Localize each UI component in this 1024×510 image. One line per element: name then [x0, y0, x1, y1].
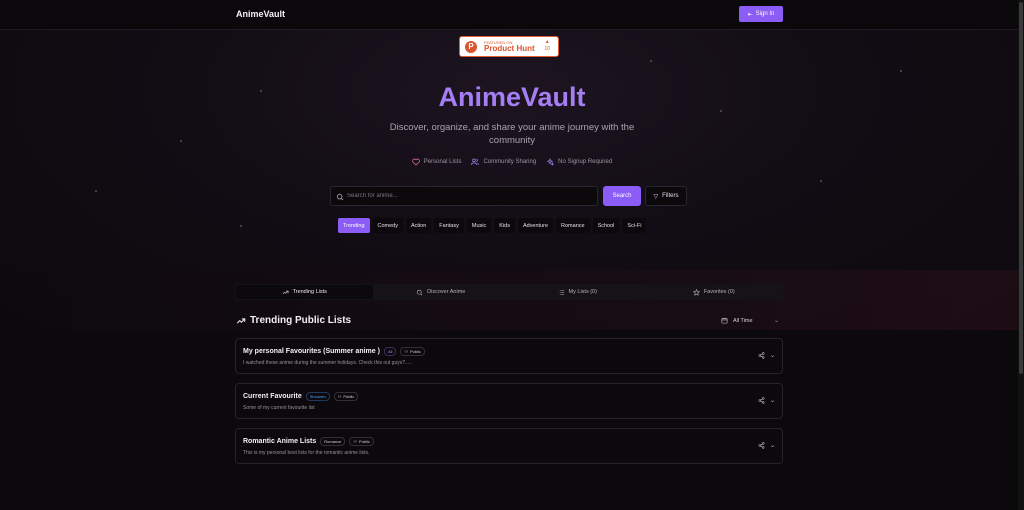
chevron-down-icon[interactable]: ⌄ — [770, 397, 775, 404]
login-icon: ⇤ — [747, 11, 753, 18]
filters-button[interactable]: ▽ Filters — [645, 186, 687, 206]
genre-chips: Trending Comedy Action Fantasy Music Kid… — [338, 218, 647, 233]
genre-chip-action[interactable]: Action — [406, 218, 432, 233]
product-hunt-votes: 10 — [544, 46, 550, 52]
genre-badge: Shounen — [305, 392, 330, 401]
time-filter-value: All Time — [733, 317, 753, 324]
genre-chip-trending[interactable]: Trending — [338, 218, 370, 233]
genre-chip-sci-fi[interactable]: Sci-Fi — [622, 218, 647, 233]
chevron-down-icon[interactable]: ⌄ — [770, 352, 775, 359]
product-hunt-badge[interactable]: P FEATURED ON Product Hunt ▲ 10 — [459, 36, 559, 57]
upvote-icon: ▲ — [544, 39, 550, 45]
public-icon: ⚇ — [337, 394, 342, 399]
visibility-badge: ⚇ Public — [400, 347, 425, 356]
top-navbar: AnimeVault ⇤ Sign In — [0, 0, 1024, 30]
product-hunt-logo-icon: P — [465, 40, 477, 53]
genre-chip-kids[interactable]: Kids — [494, 218, 515, 233]
genre-chip-music[interactable]: Music — [466, 218, 492, 233]
share-icon[interactable] — [758, 397, 765, 404]
hero-title: AnimeVault — [438, 82, 586, 112]
genre-chip-school[interactable]: School — [592, 218, 620, 233]
chevron-down-icon: ⌄ — [773, 318, 779, 324]
sign-in-label: Sign In — [755, 11, 775, 17]
search-button[interactable]: Search — [603, 186, 641, 206]
brand-logo[interactable]: AnimeVault — [236, 9, 285, 19]
genre-badge: All — [383, 347, 397, 356]
list-icon — [558, 289, 564, 295]
search-icon — [417, 289, 423, 295]
feature-no-signup: No Signup Required — [546, 158, 612, 166]
section-header: Trending Public Lists — [236, 315, 351, 326]
trending-up-icon — [282, 290, 288, 294]
sign-in-button[interactable]: ⇤ Sign In — [739, 6, 783, 22]
main-tabs: Trending Lists Discover Anime My Lists (… — [235, 284, 783, 300]
genre-badge: Romance — [320, 437, 346, 446]
list-title: Current Favourite — [243, 393, 302, 400]
share-icon[interactable] — [758, 352, 765, 359]
list-card[interactable]: My personal Favourites (Summer anime ) A… — [235, 338, 783, 374]
search-icon — [336, 193, 344, 201]
list-description: Some of my current favourite list — [243, 405, 315, 411]
chevron-down-icon[interactable]: ⌄ — [770, 442, 775, 449]
tab-my-lists[interactable]: My Lists (0) — [509, 285, 646, 299]
calendar-icon — [721, 317, 728, 324]
tab-favorites[interactable]: Favorites (0) — [646, 285, 783, 299]
tab-label: Favorites (0) — [703, 289, 735, 295]
tab-trending-lists[interactable]: Trending Lists — [236, 285, 373, 299]
time-filter-select[interactable]: All Time ⌄ — [717, 313, 783, 328]
public-icon: ⚇ — [353, 439, 357, 444]
list-title: Romantic Anime Lists — [243, 438, 317, 445]
genre-chip-adventure[interactable]: Adventure — [517, 218, 554, 233]
visibility-badge: ⚇ Public — [333, 392, 359, 401]
product-hunt-name: Product Hunt — [484, 43, 535, 53]
filters-label: Filters — [662, 193, 679, 199]
page-scrollbar[interactable] — [1018, 0, 1024, 510]
visibility-label: Public — [409, 349, 421, 354]
users-icon — [471, 158, 480, 165]
tab-label: Discover Anime — [427, 289, 466, 295]
genre-chip-comedy[interactable]: Comedy — [372, 218, 403, 233]
feature-label: No Signup Required — [558, 159, 613, 165]
heart-icon — [412, 158, 420, 166]
list-description: This is my personal best lists for the r… — [243, 450, 370, 456]
visibility-label: Public — [343, 394, 355, 399]
feature-list: Personal Lists Community Sharing No Sign… — [0, 158, 1024, 166]
list-title: My personal Favourites (Summer anime ) — [243, 348, 380, 355]
feature-personal-lists: Personal Lists — [412, 158, 462, 166]
list-card[interactable]: Current Favourite Shounen ⚇ Public Some o… — [235, 383, 783, 419]
hero-subtitle: Discover, organize, and share your anime… — [389, 122, 635, 146]
search-input[interactable] — [347, 189, 587, 203]
genre-chip-romance[interactable]: Romance — [556, 218, 590, 233]
list-card[interactable]: Romantic Anime Lists Romance ⚇ Public Thi… — [235, 428, 783, 464]
trending-up-icon — [236, 317, 246, 323]
tab-discover-anime[interactable]: Discover Anime — [373, 285, 510, 299]
feature-label: Personal Lists — [423, 159, 462, 165]
sparkles-icon — [546, 158, 555, 166]
feature-label: Community Sharing — [483, 159, 537, 165]
tab-label: My Lists (0) — [568, 289, 597, 295]
feature-community-sharing: Community Sharing — [471, 158, 536, 166]
share-icon[interactable] — [758, 442, 765, 449]
genre-chip-fantasy[interactable]: Fantasy — [434, 218, 464, 233]
section-title: Trending Public Lists — [250, 315, 352, 326]
star-icon — [692, 288, 700, 296]
search-bar — [330, 186, 598, 206]
visibility-label: Public — [358, 439, 370, 444]
list-description: I watched these anime during the summer … — [243, 360, 412, 366]
filter-icon: ▽ — [653, 193, 659, 200]
scrollbar-thumb[interactable] — [1019, 2, 1023, 374]
public-icon: ⚇ — [404, 349, 408, 354]
visibility-badge: ⚇ Public — [349, 437, 374, 446]
tab-label: Trending Lists — [292, 289, 327, 295]
